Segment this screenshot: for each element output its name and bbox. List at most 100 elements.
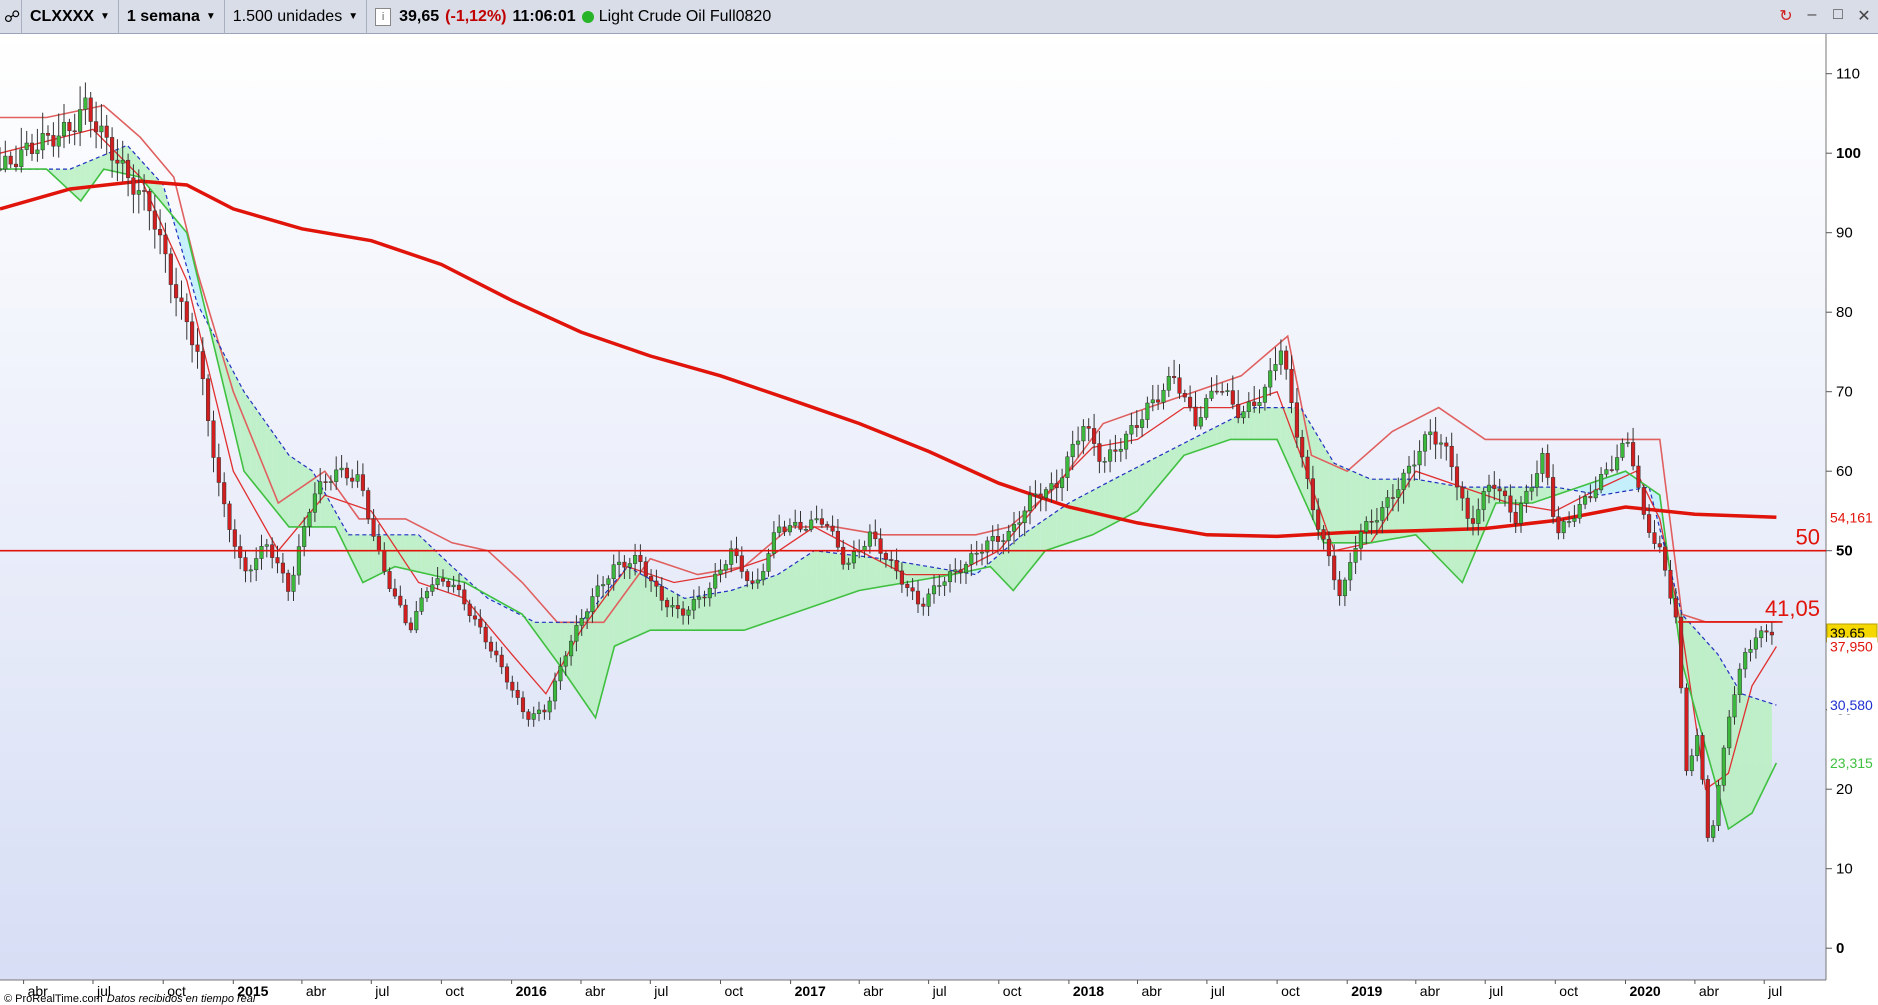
cloud-segment bbox=[869, 557, 876, 589]
candle-body bbox=[1097, 443, 1102, 462]
cloud-segment bbox=[624, 567, 630, 642]
units-selector[interactable]: 1.500 unidades ▼ bbox=[225, 0, 368, 34]
candle-body bbox=[590, 596, 595, 612]
candle-body bbox=[312, 493, 317, 513]
candle-body bbox=[254, 558, 259, 571]
minimize-icon[interactable]: – bbox=[1804, 6, 1820, 26]
candle-body bbox=[1428, 431, 1433, 435]
candle-body bbox=[1385, 497, 1390, 508]
candle-body bbox=[1054, 483, 1059, 489]
cloud-segment bbox=[1328, 454, 1335, 543]
candle-body bbox=[926, 593, 931, 607]
candle-body bbox=[894, 560, 899, 572]
candle-body bbox=[1321, 529, 1326, 540]
cloud-segment bbox=[1707, 643, 1714, 775]
watermark: © ProRealTime.com Datos recibidos en tiem… bbox=[4, 993, 255, 1005]
candle-body bbox=[617, 561, 622, 565]
maximize-icon[interactable]: □ bbox=[1830, 6, 1846, 26]
candle-body bbox=[1593, 489, 1598, 499]
candle-body bbox=[67, 122, 72, 132]
candle-body bbox=[1188, 396, 1193, 408]
candle-body bbox=[1113, 449, 1118, 452]
chevron-down-icon: ▼ bbox=[100, 11, 110, 22]
quote-info: i 39,65 (-1,12%) 11:06:01 Light Crude Oi… bbox=[367, 0, 779, 34]
cloud-segment bbox=[250, 401, 257, 487]
candle-body bbox=[419, 597, 424, 612]
candle-body bbox=[174, 284, 179, 299]
candle-body bbox=[1476, 509, 1481, 524]
chart-toolbar: ☍ CLXXXX ▼ 1 semana ▼ 1.500 unidades ▼ i… bbox=[0, 0, 1878, 34]
cloud-segment bbox=[635, 570, 641, 637]
cloud-segment bbox=[1195, 434, 1201, 452]
cloud-segment bbox=[592, 602, 598, 714]
candle-body bbox=[147, 190, 152, 212]
candle-body bbox=[483, 626, 488, 643]
cloud-segment bbox=[885, 559, 892, 586]
x-tick-label: jul bbox=[1488, 983, 1503, 999]
candle-body bbox=[1204, 398, 1209, 418]
cloud-segment bbox=[1094, 486, 1100, 534]
candle-body bbox=[1033, 493, 1038, 496]
candle-body bbox=[1252, 401, 1257, 407]
candle-body bbox=[1284, 350, 1289, 370]
candle-body bbox=[761, 571, 766, 581]
candle-body bbox=[931, 585, 937, 595]
candle-body bbox=[216, 457, 221, 483]
cloud-segment bbox=[1755, 698, 1762, 806]
info-icon[interactable]: i bbox=[375, 7, 392, 26]
price-chart[interactable]: 5041,05 0102030405060708090100110 abrjul… bbox=[0, 34, 1878, 1000]
cloud-segment bbox=[1334, 463, 1340, 543]
cloud-segment bbox=[864, 556, 870, 590]
cloud-segment bbox=[1216, 423, 1223, 445]
timeframe-selector[interactable]: 1 semana ▼ bbox=[119, 0, 225, 34]
link-icon[interactable]: ☍ bbox=[0, 0, 22, 34]
chevron-down-icon: ▼ bbox=[205, 11, 216, 22]
candle-body bbox=[851, 551, 856, 564]
candle-body bbox=[574, 625, 579, 642]
candle-body bbox=[152, 210, 157, 230]
candle-body bbox=[376, 536, 381, 551]
candle-body bbox=[13, 163, 19, 168]
y-tick-label: 60 bbox=[1836, 463, 1853, 480]
cloud-segment bbox=[736, 586, 742, 631]
candle-body bbox=[355, 474, 360, 482]
cloud-segment bbox=[709, 593, 716, 631]
close-icon[interactable]: ✕ bbox=[1856, 6, 1872, 26]
candle-body bbox=[942, 581, 947, 586]
candle-body bbox=[665, 600, 670, 608]
candle-body bbox=[1764, 630, 1769, 633]
horizontal-level-label: 41,05 bbox=[1765, 596, 1820, 621]
candle-body bbox=[1737, 668, 1742, 695]
x-tick-label: oct bbox=[1559, 983, 1578, 999]
candle-body bbox=[1684, 687, 1689, 772]
candle-body bbox=[408, 622, 413, 631]
candle-body bbox=[606, 578, 611, 585]
cloud-segment bbox=[288, 454, 294, 527]
candle-body bbox=[1604, 469, 1609, 475]
candle-body bbox=[1001, 540, 1006, 542]
cloud-segment bbox=[773, 573, 780, 621]
chart-sync-icon[interactable]: ↻ bbox=[1778, 6, 1794, 26]
candle-body bbox=[126, 159, 131, 179]
candle bbox=[366, 487, 371, 524]
candle-body bbox=[1577, 504, 1582, 519]
candle-body bbox=[1358, 531, 1363, 549]
candle-body bbox=[782, 526, 787, 533]
cloud-segment bbox=[1072, 498, 1079, 542]
symbol-selector[interactable]: CLXXXX ▼ bbox=[22, 0, 119, 34]
candle-body bbox=[659, 586, 664, 601]
cloud-segment bbox=[410, 534, 417, 572]
candle-body bbox=[200, 351, 205, 380]
candle-body bbox=[227, 503, 232, 530]
candle-body bbox=[1497, 488, 1502, 492]
candle-body bbox=[1022, 510, 1027, 524]
chart-area[interactable]: 5041,05 0102030405060708090100110 abrjul… bbox=[0, 34, 1878, 1005]
cloud-segment bbox=[1051, 511, 1057, 549]
candle-body bbox=[755, 579, 760, 584]
candle-body bbox=[163, 234, 168, 255]
candle-body bbox=[1134, 425, 1139, 428]
candle-body bbox=[1129, 425, 1134, 435]
candle-body bbox=[777, 526, 782, 533]
candle-body bbox=[1092, 428, 1097, 444]
cloud-segment bbox=[752, 581, 758, 628]
